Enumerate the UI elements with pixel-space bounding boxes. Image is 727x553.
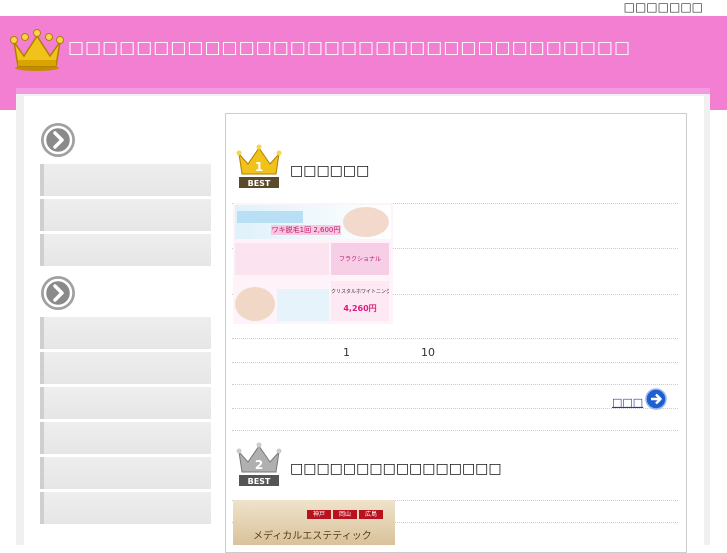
shop-banner-image[interactable]: 神戸 岡山 広島 メディカルエステティック — [233, 500, 395, 545]
model-photo — [235, 287, 275, 321]
sidebar-item[interactable] — [40, 234, 211, 266]
site-tagline: □□□□□□□ — [623, 0, 703, 14]
sidebar-item[interactable] — [40, 387, 211, 419]
sidebar-item[interactable] — [40, 422, 211, 454]
banner-text: 岡山 — [333, 510, 357, 519]
info-value: 10 — [421, 346, 435, 359]
sidebar-item[interactable] — [40, 317, 211, 349]
banner-text: 神戸 — [307, 510, 331, 519]
divider — [232, 430, 678, 431]
divider — [232, 338, 678, 339]
site-title[interactable]: □□□□□□□□□□□□□□□□□□□□□□□□□□□□□□□□□ — [68, 36, 631, 60]
sidebar-item[interactable] — [40, 164, 211, 196]
arrow-right-circle-icon[interactable] — [645, 388, 667, 410]
rank-number: 1 — [255, 160, 263, 174]
rank-1-crown-icon: 1 BEST — [236, 144, 282, 188]
banner-text: ワキ脱毛1回 2,600円 — [271, 225, 341, 235]
model-photo — [343, 207, 389, 237]
sidebar-item[interactable] — [40, 457, 211, 489]
banner-text: クリスタルホワイトニング — [331, 289, 389, 295]
banner-text: メディカルエステティック — [253, 531, 372, 542]
divider — [232, 384, 678, 385]
sidebar-item[interactable] — [40, 352, 211, 384]
chevron-right-icon — [41, 123, 75, 157]
sidebar-item[interactable] — [40, 199, 211, 231]
details-link[interactable]: □□□ — [612, 396, 643, 409]
shop-name[interactable]: □□□□□□ — [290, 162, 369, 180]
shop-banner-image[interactable]: ワキ脱毛1回 2,600円 フラクショナル クリスタルホワイトニング 4,260… — [233, 203, 393, 324]
info-value: 1 — [343, 346, 350, 359]
chevron-right-icon — [41, 276, 75, 310]
banner-text: フラクショナル — [338, 256, 381, 263]
divider — [232, 362, 678, 363]
crown-logo-icon[interactable] — [10, 28, 64, 72]
best-label: BEST — [248, 477, 271, 486]
shop-name[interactable]: □□□□□□□□□□□□□□□□ — [290, 460, 502, 478]
rank-number: 2 — [255, 458, 263, 472]
best-label: BEST — [248, 179, 271, 188]
banner-text: 4,260円 — [343, 304, 377, 313]
top-bar: □□□□□□□ — [0, 0, 727, 16]
sidebar-item[interactable] — [40, 492, 211, 524]
banner-text: 広島 — [359, 510, 383, 519]
rank-2-crown-icon: 2 BEST — [236, 442, 282, 486]
